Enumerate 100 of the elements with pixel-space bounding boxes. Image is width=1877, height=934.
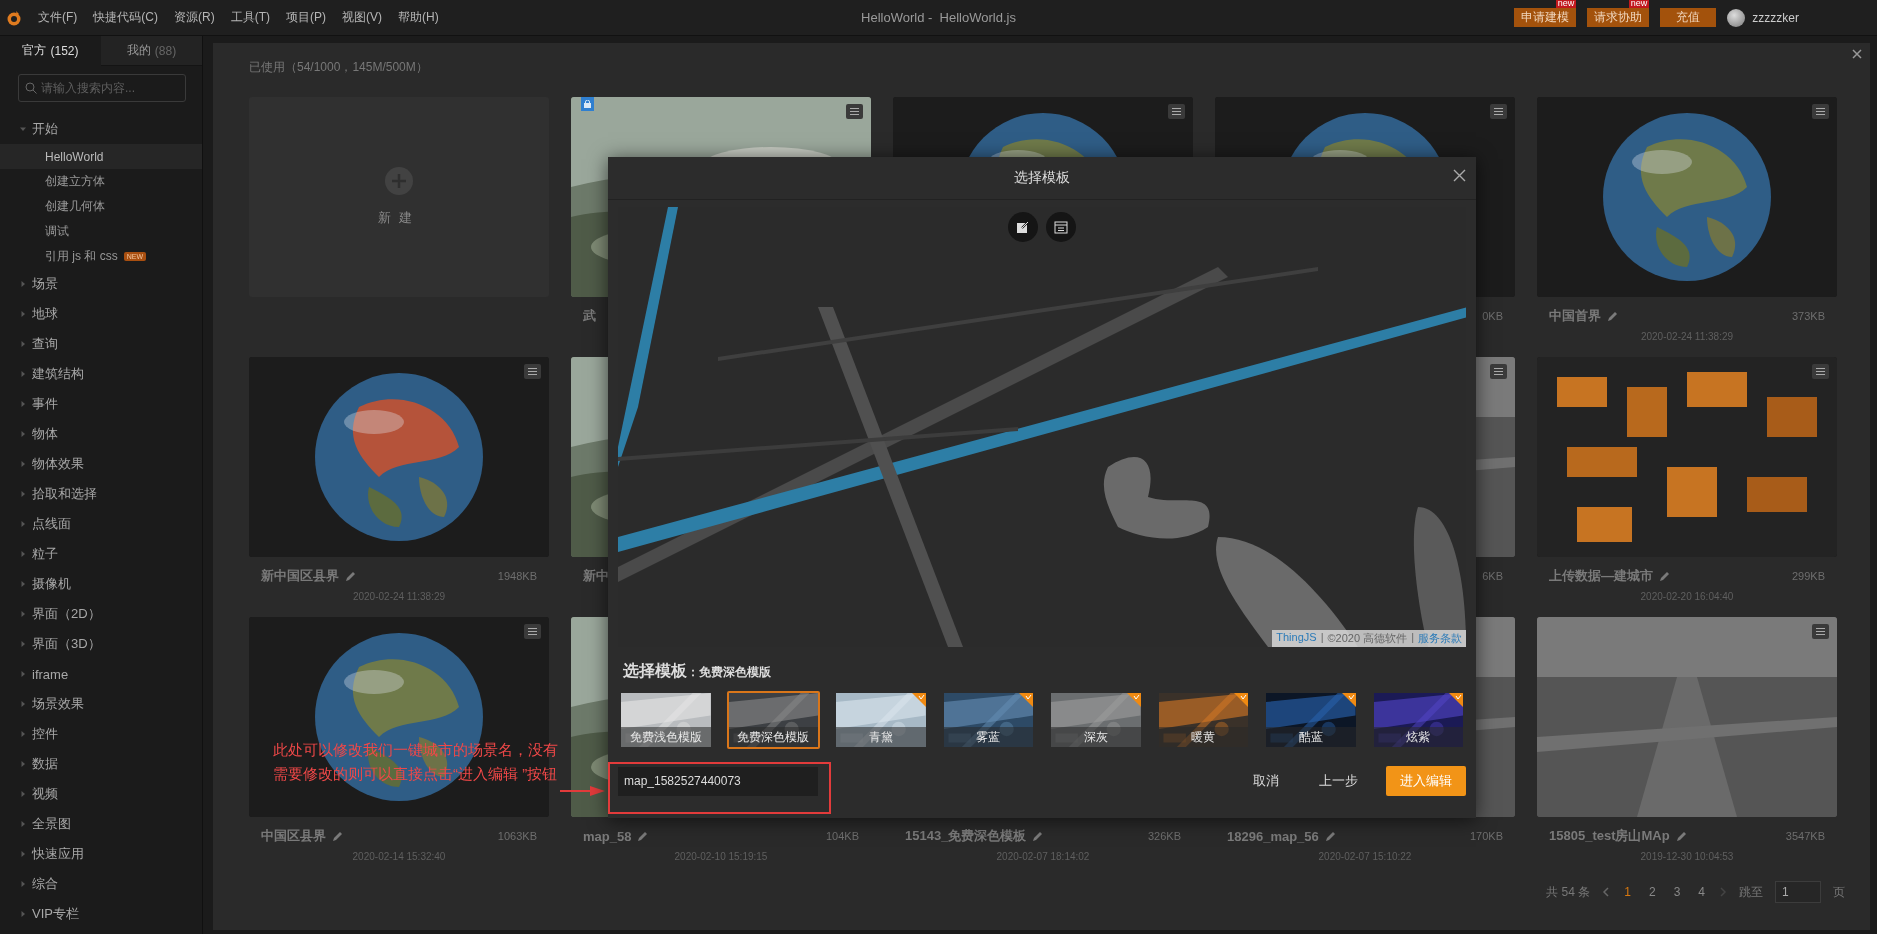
menu-item[interactable]: 工具(T): [230, 9, 270, 26]
pencil-icon[interactable]: [1659, 570, 1670, 582]
template-thumbnail[interactable]: 雾蓝: [941, 691, 1035, 749]
template-thumbnail[interactable]: 深灰: [1049, 691, 1143, 749]
tree-item[interactable]: 物体效果: [0, 449, 202, 479]
pencil-icon[interactable]: [1675, 830, 1687, 842]
tree-item[interactable]: 拾取和选择: [0, 479, 202, 509]
tree-item[interactable]: 场景: [0, 269, 202, 299]
tree-item[interactable]: 地球: [0, 299, 202, 329]
logo-icon[interactable]: [6, 9, 22, 26]
menu-icon[interactable]: [1812, 364, 1829, 379]
caret-icon: [20, 371, 26, 377]
action-button[interactable]: 申请建模: [1514, 8, 1577, 27]
tree-label: 粒子: [32, 545, 58, 563]
tree-item[interactable]: 点线面: [0, 509, 202, 539]
pencil-icon[interactable]: [332, 830, 343, 842]
tree-label: 界面（3D）: [32, 635, 101, 653]
tree-label: 地球: [32, 305, 58, 323]
page-button[interactable]: 4: [1695, 885, 1708, 899]
page-button[interactable]: 1: [1621, 885, 1634, 899]
annotation-text: 此处可以修改我们一键城市的场景名，没有需要修改的则可以直接点击“进入编辑 ”按钮: [273, 740, 559, 784]
scene-title: 中国区县界: [261, 827, 326, 845]
tree-item[interactable]: 开始: [0, 114, 202, 144]
tree-label: 查询: [32, 335, 58, 353]
scene-size: 0KB: [1482, 310, 1503, 322]
window-title: HelloWorld - HelloWorld.js: [861, 10, 1016, 25]
previous-page-button[interactable]: [1602, 887, 1610, 897]
tree-item[interactable]: 视频: [0, 779, 202, 809]
tree-item[interactable]: 粒子: [0, 539, 202, 569]
avatar[interactable]: [1727, 8, 1746, 27]
search-icon: [25, 82, 37, 94]
menu-item[interactable]: 快捷代码(C): [93, 9, 158, 26]
tree-label: 界面（2D）: [32, 605, 101, 623]
action-button[interactable]: 请求协助: [1587, 8, 1650, 27]
pencil-icon[interactable]: [1324, 830, 1336, 842]
tree-label: 开始: [32, 120, 58, 138]
menu-icon[interactable]: [524, 364, 541, 379]
tree-item[interactable]: 物体: [0, 419, 202, 449]
page-button[interactable]: 3: [1670, 885, 1684, 899]
page-input[interactable]: 1: [1775, 881, 1821, 903]
tree-item[interactable]: 调试: [0, 219, 202, 244]
tree-item[interactable]: 场景效果: [0, 689, 202, 719]
scene-size: 1063KB: [497, 830, 537, 842]
tree-item[interactable]: 查询: [0, 329, 202, 359]
tree-item[interactable]: HelloWorld: [0, 144, 202, 169]
new-scene-card[interactable]: 新建: [249, 97, 549, 297]
tree-item[interactable]: 建筑结构: [0, 359, 202, 389]
menu-icon[interactable]: [524, 624, 541, 639]
action-button[interactable]: 充值: [1660, 8, 1717, 27]
caret-icon: [20, 701, 26, 707]
menu-item[interactable]: 帮助(H): [398, 9, 439, 26]
new-label: 新建: [378, 209, 420, 227]
caret-icon: [20, 881, 26, 887]
pencil-icon[interactable]: [1032, 830, 1044, 842]
pencil-icon[interactable]: [345, 570, 356, 582]
pencil-icon[interactable]: [1607, 310, 1618, 322]
menu-item[interactable]: 资源(R): [174, 9, 215, 26]
sidebar-tab[interactable]: 我的 (88): [101, 36, 202, 66]
caret-icon: [20, 461, 26, 467]
scene-title: 15805_test房山MAp: [1549, 827, 1670, 845]
tree-item[interactable]: 事件: [0, 389, 202, 419]
caret-icon: [20, 761, 26, 767]
menu-icon[interactable]: [1812, 104, 1829, 119]
template-label: 深灰: [1051, 727, 1141, 747]
tree-item[interactable]: 创建立方体: [0, 169, 202, 194]
caret-icon: [20, 551, 26, 557]
menu-icon[interactable]: [1490, 364, 1507, 379]
scene-title: 18296_map_56: [1227, 828, 1319, 844]
caret-icon: [20, 581, 26, 587]
tree-label: 摄像机: [32, 575, 71, 593]
tree-label: 视频: [32, 785, 58, 803]
menu-icon[interactable]: [1812, 624, 1829, 639]
close-button[interactable]: [1850, 47, 1864, 61]
scene-title: 武: [583, 307, 596, 325]
tree-item[interactable]: 摄像机: [0, 569, 202, 599]
tree-item[interactable]: 界面（3D）: [0, 629, 202, 659]
search-field[interactable]: 请输入搜索内容...: [18, 74, 186, 102]
tree-item[interactable]: 数据: [0, 749, 202, 779]
caret-icon: [20, 791, 26, 797]
tree-item[interactable]: 控件: [0, 719, 202, 749]
tree-item[interactable]: 快速应用: [0, 839, 202, 869]
tree-item[interactable]: 全景图: [0, 809, 202, 839]
tree-item[interactable]: 创建几何体: [0, 194, 202, 219]
menu-item[interactable]: 文件(F): [38, 9, 78, 26]
user-name[interactable]: zzzzzker: [1752, 10, 1799, 25]
pencil-icon[interactable]: [637, 830, 649, 842]
menu-item[interactable]: 视图(V): [342, 9, 382, 26]
scene-size: 299KB: [1791, 570, 1825, 582]
menu-item[interactable]: 项目(P): [286, 9, 326, 26]
tree-label: 物体: [32, 425, 58, 443]
tree-item[interactable]: 综合: [0, 869, 202, 899]
caret-icon: [20, 431, 26, 437]
scene-size: 104KB: [825, 830, 859, 842]
scene-size: 1948KB: [497, 570, 537, 582]
tree-item[interactable]: 界面（2D）: [0, 599, 202, 629]
scene-title: 新中: [583, 567, 609, 585]
tree-item[interactable]: VIP专栏: [0, 899, 202, 929]
tree-item[interactable]: iframe: [0, 659, 202, 689]
scene-size: 170KB: [1469, 830, 1503, 842]
page-button[interactable]: 2: [1645, 885, 1659, 899]
